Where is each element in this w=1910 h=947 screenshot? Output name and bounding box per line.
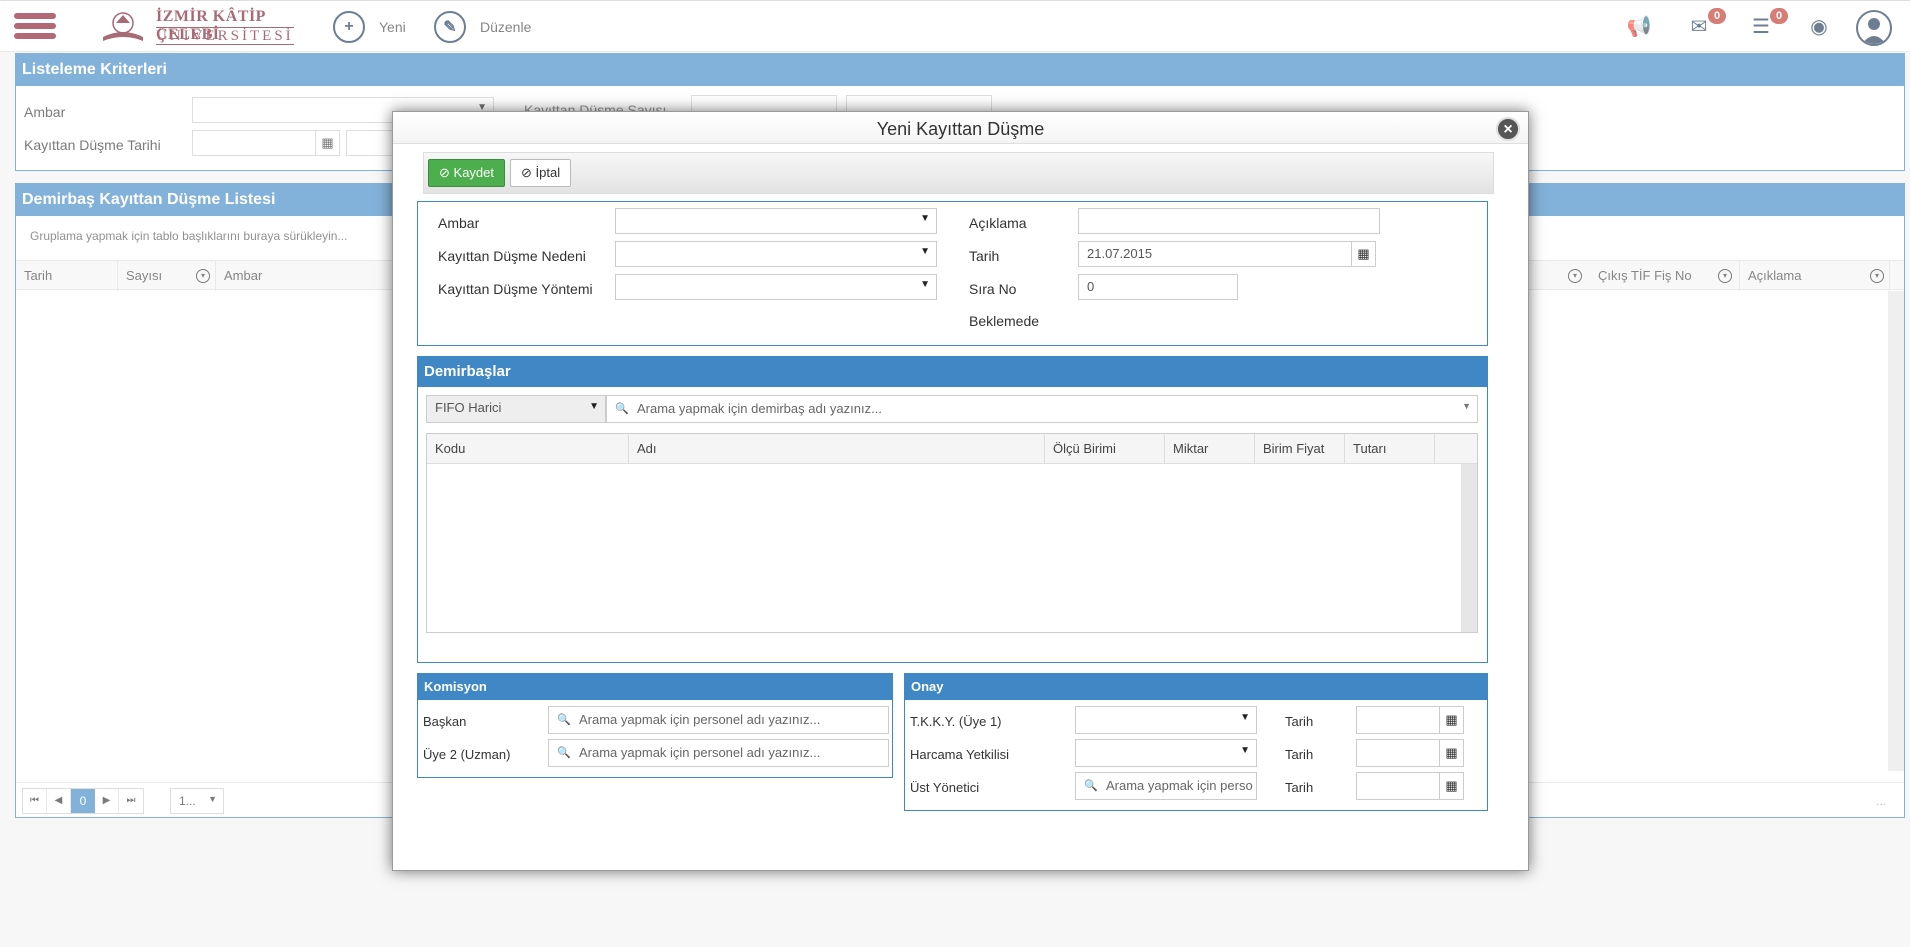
- member2-label: Üye 2 (Uzman): [423, 747, 511, 762]
- seq-input[interactable]: 0: [1078, 274, 1238, 300]
- method-select[interactable]: ▼: [615, 274, 937, 300]
- items-panel: Demirbaşlar FIFO Harici ▼ 🔍 Arama yapmak i…: [417, 356, 1488, 663]
- chevron-down-icon: ▼: [1462, 401, 1471, 411]
- col-olcu[interactable]: Ölçü Birimi: [1045, 434, 1165, 464]
- items-grid-header: Kodu Adı Ölçü Birimi Miktar Birim Fiyat …: [427, 434, 1477, 464]
- new-write-off-dialog: Yeni Kayıttan Düşme × ⊘ Kaydet ⊘ İptal A…: [392, 111, 1529, 871]
- commission-panel: Komisyon Başkan 🔍 Arama yapmak için perso…: [417, 673, 893, 778]
- col-miktar[interactable]: Miktar: [1165, 434, 1255, 464]
- spending-label: Harcama Yetkilisi: [910, 747, 1009, 762]
- chair-label: Başkan: [423, 714, 467, 729]
- status-label: Beklemede: [969, 313, 1040, 329]
- chair-placeholder: Arama yapmak için personel adı yazınız..…: [579, 712, 821, 727]
- chevron-down-icon: ▼: [920, 279, 930, 290]
- date-label: Tarih: [969, 248, 1000, 264]
- ban-icon: ⊘: [521, 165, 532, 180]
- manager-search-input[interactable]: 🔍 Arama yapmak için perso: [1075, 772, 1257, 800]
- dialog-title: Yeni Kayıttan Düşme: [393, 112, 1528, 144]
- col-birim-fiyat[interactable]: Birim Fiyat: [1255, 434, 1345, 464]
- items-scrollbar[interactable]: [1461, 464, 1477, 632]
- reason-label: Kayıttan Düşme Nedeni: [438, 248, 586, 264]
- search-icon: 🔍: [615, 403, 629, 415]
- manager-placeholder: Arama yapmak için perso: [1106, 778, 1253, 793]
- member2-placeholder: Arama yapmak için personel adı yazınız..…: [579, 745, 821, 760]
- cancel-button[interactable]: ⊘ İptal: [510, 159, 572, 187]
- fifo-select[interactable]: FIFO Harici ▼: [426, 395, 606, 423]
- dialog-toolbar: ⊘ Kaydet ⊘ İptal: [423, 152, 1494, 194]
- calendar-icon[interactable]: ▦: [1439, 773, 1463, 799]
- chevron-down-icon: ▼: [1240, 745, 1250, 756]
- chevron-down-icon: ▼: [589, 401, 599, 412]
- ambar-select[interactable]: ▼: [615, 208, 937, 234]
- spending-date-input[interactable]: ▦: [1356, 739, 1464, 767]
- item-search-placeholder: Arama yapmak için demirbaş adı yazınız..…: [637, 401, 882, 416]
- approval-title: Onay: [905, 674, 1487, 700]
- manager-label: Üst Yönetici: [910, 780, 980, 795]
- tkky-select[interactable]: ▼: [1075, 706, 1257, 734]
- save-label: Kaydet: [453, 165, 495, 180]
- spending-select[interactable]: ▼: [1075, 739, 1257, 767]
- cancel-label: İptal: [535, 165, 561, 180]
- spending-date-label: Tarih: [1285, 747, 1314, 762]
- item-search-input[interactable]: 🔍 Arama yapmak için demirbaş adı yazınız.…: [606, 395, 1478, 423]
- calendar-icon[interactable]: ▦: [1351, 242, 1375, 266]
- tkky-date-input[interactable]: ▦: [1356, 706, 1464, 734]
- calendar-icon[interactable]: ▦: [1439, 740, 1463, 766]
- date-value: 21.07.2015: [1087, 246, 1153, 261]
- tkky-label: T.K.K.Y. (Üye 1): [910, 714, 1002, 729]
- reason-select[interactable]: ▼: [615, 241, 937, 267]
- approval-panel: Onay T.K.K.Y. (Üye 1) ▼ Tarih ▦ Harcama …: [904, 673, 1488, 811]
- member2-search-input[interactable]: 🔍 Arama yapmak için personel adı yazınız.…: [548, 739, 889, 767]
- check-circle-icon: ⊘: [439, 165, 450, 180]
- chevron-down-icon: ▼: [920, 213, 930, 224]
- desc-input[interactable]: [1078, 208, 1380, 234]
- seq-value: 0: [1087, 279, 1095, 294]
- items-title: Demirbaşlar: [418, 357, 1487, 387]
- commission-title: Komisyon: [418, 674, 892, 700]
- manager-date-input[interactable]: ▦: [1356, 772, 1464, 800]
- calendar-icon[interactable]: ▦: [1439, 707, 1463, 733]
- items-grid: Kodu Adı Ölçü Birimi Miktar Birim Fiyat …: [426, 433, 1478, 633]
- fifo-value: FIFO Harici: [435, 400, 502, 415]
- col-kodu[interactable]: Kodu: [427, 434, 629, 464]
- close-icon[interactable]: ×: [1496, 117, 1520, 141]
- manager-date-label: Tarih: [1285, 780, 1314, 795]
- search-icon: 🔍: [1084, 780, 1098, 792]
- chair-search-input[interactable]: 🔍 Arama yapmak için personel adı yazınız.…: [548, 706, 889, 734]
- col-adi[interactable]: Adı: [629, 434, 1045, 464]
- desc-label: Açıklama: [969, 215, 1027, 231]
- chevron-down-icon: ▼: [920, 246, 930, 257]
- search-icon: 🔍: [557, 714, 571, 726]
- tkky-date-label: Tarih: [1285, 714, 1314, 729]
- method-label: Kayıttan Düşme Yöntemi: [438, 281, 593, 297]
- main-form: Ambar ▼ Kayıttan Düşme Nedeni ▼ Kayıttan…: [417, 201, 1488, 346]
- search-icon: 🔍: [557, 747, 571, 759]
- date-input[interactable]: 21.07.2015 ▦: [1078, 241, 1376, 267]
- chevron-down-icon: ▼: [1240, 712, 1250, 723]
- col-tutari[interactable]: Tutarı: [1345, 434, 1435, 464]
- seq-label: Sıra No: [969, 281, 1017, 297]
- save-button[interactable]: ⊘ Kaydet: [428, 159, 506, 187]
- ambar-label: Ambar: [438, 215, 480, 231]
